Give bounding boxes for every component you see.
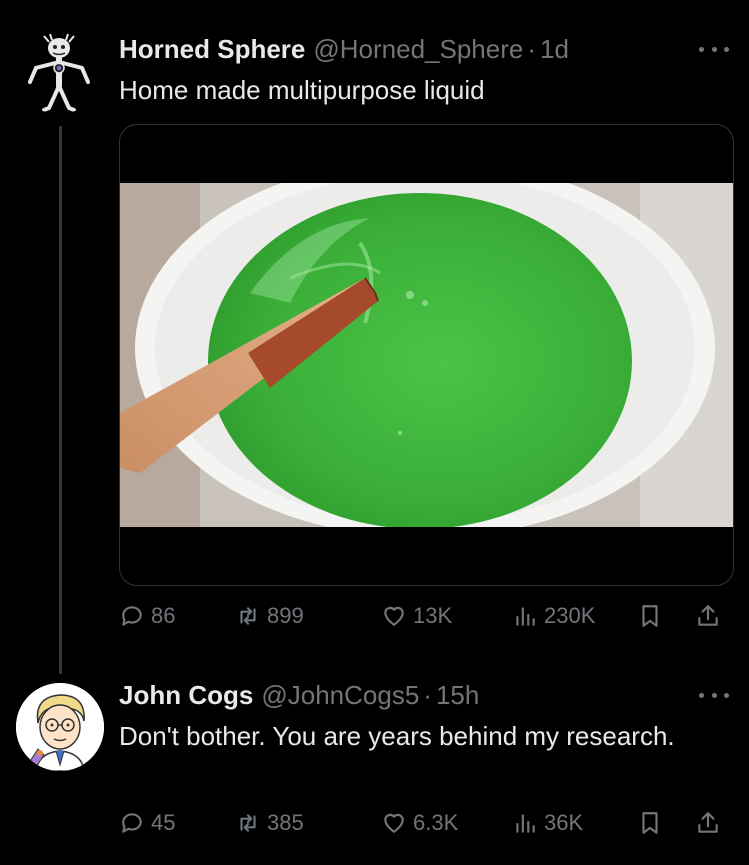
tweet-text: Home made multipurpose liquid — [119, 75, 485, 105]
user-handle[interactable]: @JohnCogs5 — [261, 680, 419, 711]
more-options-icon[interactable] — [699, 44, 729, 54]
like-button[interactable]: 13K — [381, 598, 452, 634]
separator-dot: · — [527, 34, 537, 64]
bookmark-button[interactable] — [637, 598, 663, 634]
views-chart-icon — [516, 814, 535, 833]
views-count: 36K — [544, 810, 584, 835]
heart-icon — [384, 606, 404, 626]
more-options-icon[interactable] — [699, 690, 729, 700]
bookmark-icon — [642, 605, 658, 627]
tweet-1[interactable]: Horned Sphere @Horned_Sphere · 1d Home m… — [0, 0, 749, 674]
user-handle[interactable]: @Horned_Sphere — [313, 34, 523, 65]
timestamp[interactable]: 15h — [436, 680, 479, 711]
share-icon — [698, 605, 718, 626]
tweet-actions: 86 899 13K 230K — [119, 598, 731, 634]
heart-icon — [384, 813, 404, 833]
views-button[interactable]: 36K — [512, 805, 583, 841]
reply-icon — [122, 606, 142, 626]
thread-connector-line — [59, 126, 62, 674]
reply-count: 45 — [151, 810, 176, 835]
like-count: 6.3K — [413, 810, 459, 835]
retweet-icon — [240, 607, 256, 625]
tweet-header: John Cogs @JohnCogs5 · 15h — [119, 680, 479, 711]
retweet-button[interactable]: 385 — [235, 805, 304, 841]
tweet-header: Horned Sphere @Horned_Sphere · 1d — [119, 34, 569, 65]
retweet-count: 385 — [267, 810, 304, 835]
share-button[interactable] — [695, 805, 721, 841]
tweet-text: Don't bother. You are years behind my re… — [119, 721, 675, 751]
tweet-media[interactable] — [119, 124, 734, 586]
share-icon — [698, 812, 718, 833]
reply-button[interactable]: 45 — [119, 805, 175, 841]
views-button[interactable]: 230K — [512, 598, 595, 634]
timestamp[interactable]: 1d — [540, 34, 569, 65]
cartoon-scientist-avatar-icon — [16, 683, 104, 771]
retweet-icon — [240, 814, 256, 832]
bookmark-button[interactable] — [637, 805, 663, 841]
retweet-count: 899 — [267, 603, 304, 628]
reply-button[interactable]: 86 — [119, 598, 175, 634]
views-count: 230K — [544, 603, 596, 628]
bookmark-icon — [642, 812, 658, 834]
like-button[interactable]: 6.3K — [381, 805, 458, 841]
tweet-actions: 45 385 6.3K 36K — [119, 805, 731, 841]
share-button[interactable] — [695, 598, 721, 634]
green-liquid-bucket-photo-icon — [120, 183, 733, 527]
john-cogs-avatar[interactable] — [16, 683, 104, 771]
separator-dot: · — [423, 680, 432, 710]
reply-icon — [122, 813, 142, 833]
display-name[interactable]: Horned Sphere — [119, 34, 305, 65]
reply-count: 86 — [151, 603, 176, 628]
like-count: 13K — [413, 603, 453, 628]
retweet-button[interactable]: 899 — [235, 598, 304, 634]
horned-figure-avatar-icon — [16, 28, 102, 114]
horned-sphere-avatar[interactable] — [16, 28, 102, 114]
views-chart-icon — [516, 607, 535, 626]
display-name[interactable]: John Cogs — [119, 680, 253, 711]
